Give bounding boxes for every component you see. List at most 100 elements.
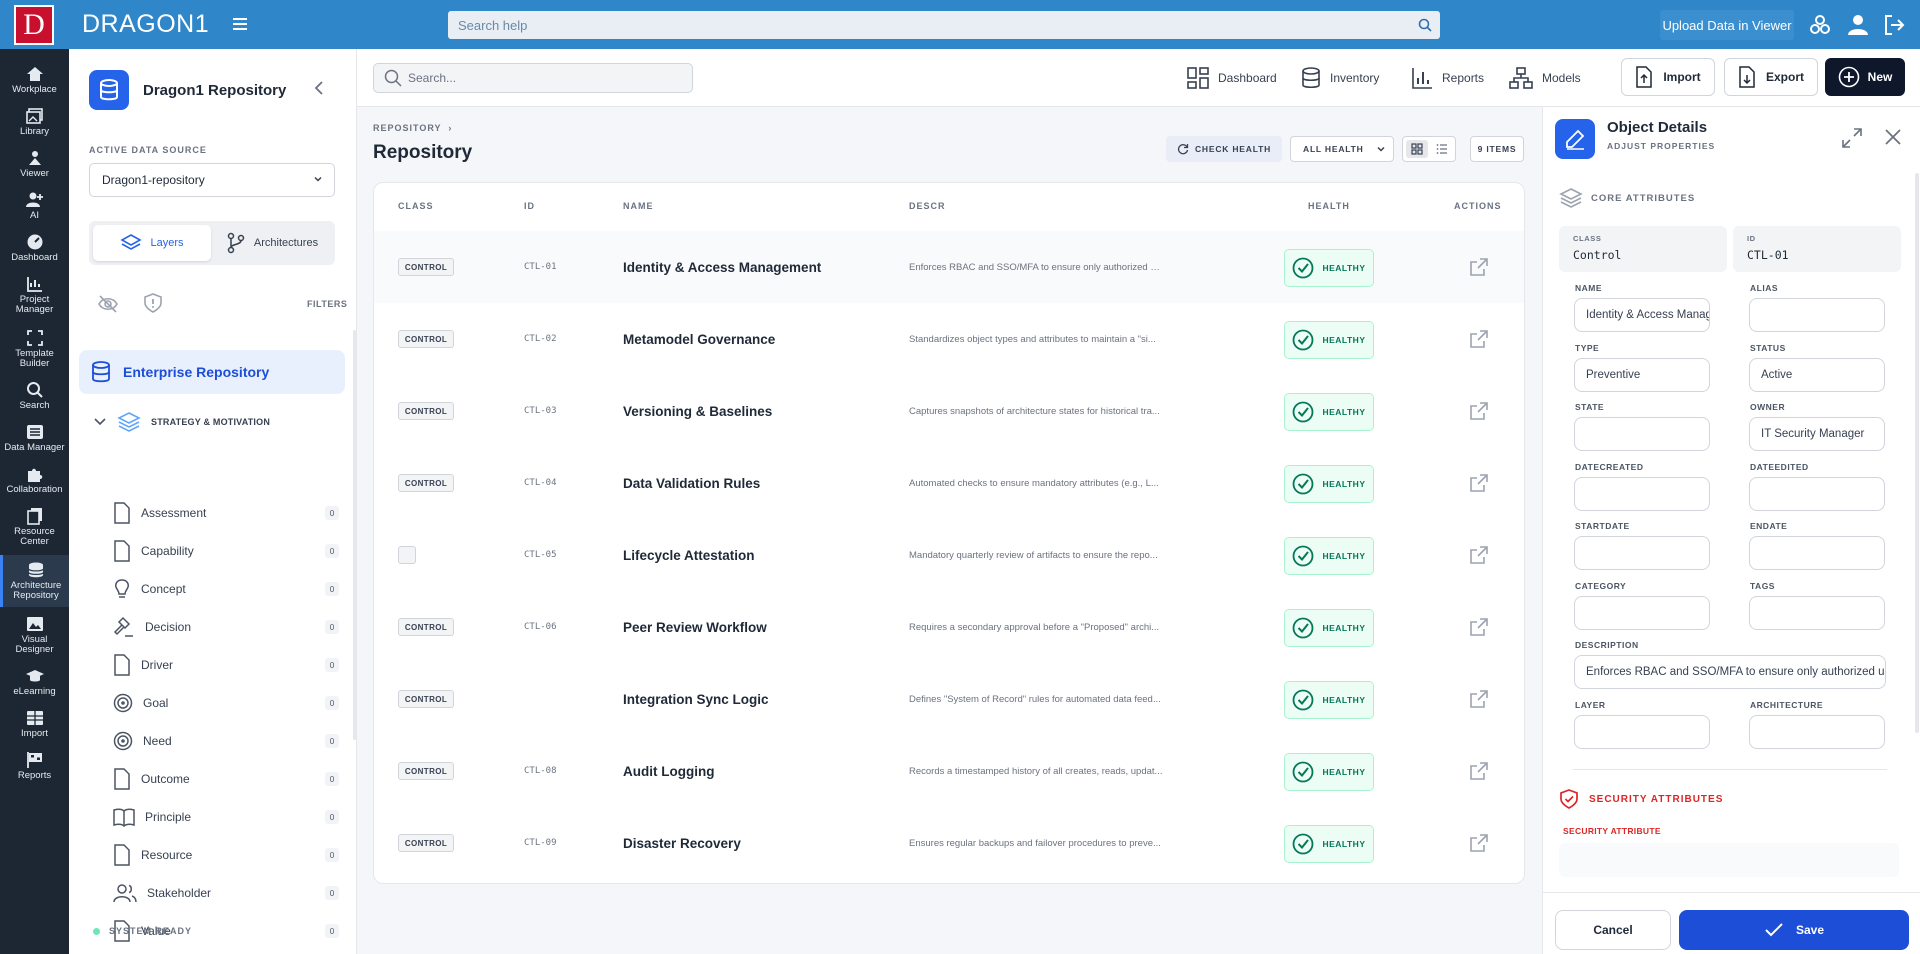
nav-dashboard[interactable]: Dashboard: [1187, 67, 1277, 89]
cancel-button[interactable]: Cancel: [1555, 910, 1671, 950]
open-external-icon[interactable]: [1468, 328, 1490, 350]
rail-viewer[interactable]: Viewer: [0, 149, 69, 179]
rail-collaboration[interactable]: Collaboration: [0, 465, 69, 495]
layer-item-principle[interactable]: Principle 0: [113, 803, 339, 831]
rail-project-manager[interactable]: Project Manager: [0, 275, 69, 315]
open-external-icon[interactable]: [1468, 544, 1490, 566]
layer-item-decision[interactable]: Decision 0: [113, 613, 339, 641]
layer-item-concept[interactable]: Concept 0: [113, 575, 339, 603]
table-row[interactable]: CONTROL CTL-01 Identity & Access Managem…: [374, 231, 1524, 303]
rail-workplace[interactable]: Workplace: [0, 65, 69, 95]
rail-elearning[interactable]: eLearning: [0, 667, 69, 697]
shield-alert-icon[interactable]: [143, 292, 163, 314]
table-row[interactable]: CONTROL CTL-04 Data Validation Rules Aut…: [374, 447, 1524, 519]
layer-item-outcome[interactable]: Outcome 0: [113, 765, 339, 793]
layer-group-strategy[interactable]: STRATEGY & MOTIVATION: [93, 411, 270, 433]
nav-models[interactable]: Models: [1509, 67, 1581, 89]
owner-input[interactable]: IT Security Manager: [1749, 417, 1885, 451]
close-icon[interactable]: [1883, 127, 1903, 147]
state-input[interactable]: [1574, 417, 1710, 451]
layer-item-need[interactable]: Need 0: [113, 727, 339, 755]
health-filter-select[interactable]: ALL HEALTH: [1290, 136, 1394, 162]
repository-search-input[interactable]: Search...: [373, 63, 693, 93]
table-row[interactable]: CONTROL CTL-09 Disaster Recovery Ensures…: [374, 807, 1524, 879]
layer-item-driver[interactable]: Driver 0: [113, 651, 339, 679]
open-external-icon[interactable]: [1468, 832, 1490, 854]
open-external-icon[interactable]: [1468, 616, 1490, 638]
tab-layers[interactable]: Layers: [93, 225, 211, 261]
table-row[interactable]: CONTROL CTL-06 Peer Review Workflow Requ…: [374, 591, 1524, 663]
grid-view-button[interactable]: [1406, 140, 1428, 158]
layer-item-capability[interactable]: Capability 0: [113, 537, 339, 565]
import-button[interactable]: Import: [1621, 58, 1715, 96]
description-input[interactable]: Enforces RBAC and SSO/MFA to ensure only…: [1574, 655, 1886, 689]
layer-input[interactable]: [1574, 715, 1710, 749]
column-header-id[interactable]: ID: [524, 201, 535, 211]
nav-reports[interactable]: Reports: [1411, 67, 1484, 89]
column-header-descr[interactable]: DESCR: [909, 201, 946, 211]
hamburger-icon[interactable]: [233, 13, 248, 36]
column-header-class[interactable]: CLASS: [398, 201, 434, 211]
rail-resource-center[interactable]: Resource Center: [0, 507, 69, 547]
chevron-left-icon[interactable]: [313, 80, 325, 96]
architecture-input[interactable]: [1749, 715, 1885, 749]
list-view-button[interactable]: [1431, 140, 1453, 158]
rail-visual-designer[interactable]: Visual Designer: [0, 615, 69, 655]
rail-architecture-repository[interactable]: Architecture Repository: [0, 555, 69, 607]
expand-icon[interactable]: [1841, 127, 1863, 149]
active-source-select[interactable]: Dragon1-repository: [89, 163, 335, 197]
filters-label[interactable]: FILTERS: [307, 299, 347, 309]
rail-library[interactable]: Library: [0, 107, 69, 137]
alias-input[interactable]: [1749, 298, 1885, 332]
panel-scrollbar[interactable]: [1915, 173, 1919, 733]
new-button[interactable]: New: [1825, 58, 1905, 96]
rail-ai[interactable]: AI: [0, 191, 69, 221]
rail-reports[interactable]: Reports: [0, 751, 69, 781]
enterprise-repository-item[interactable]: Enterprise Repository: [79, 350, 345, 394]
save-button[interactable]: Save: [1679, 910, 1909, 950]
rail-import[interactable]: Import: [0, 709, 69, 739]
rail-search[interactable]: Search: [0, 381, 69, 411]
layer-item-goal[interactable]: Goal 0: [113, 689, 339, 717]
rail-data-manager[interactable]: Data Manager: [0, 423, 69, 453]
startdate-input[interactable]: [1574, 536, 1710, 570]
status-input[interactable]: Active: [1749, 358, 1885, 392]
type-input[interactable]: Preventive: [1574, 358, 1710, 392]
open-external-icon[interactable]: [1468, 256, 1490, 278]
layer-item-assessment[interactable]: Assessment 0: [113, 499, 339, 527]
datecreated-input[interactable]: [1574, 477, 1710, 511]
sidebar-scrollbar[interactable]: [353, 330, 356, 740]
eye-off-icon[interactable]: [97, 293, 119, 315]
open-external-icon[interactable]: [1468, 688, 1490, 710]
upload-data-button[interactable]: Upload Data in Viewer: [1660, 10, 1794, 40]
category-input[interactable]: [1574, 596, 1710, 630]
user-icon[interactable]: [1846, 13, 1870, 37]
logout-icon[interactable]: [1882, 13, 1906, 37]
dragon1-logo[interactable]: D: [14, 4, 54, 45]
open-external-icon[interactable]: [1468, 400, 1490, 422]
name-input[interactable]: Identity & Access Management: [1574, 298, 1710, 332]
help-search-input[interactable]: Search help: [448, 11, 1440, 39]
nav-inventory[interactable]: Inventory: [1301, 67, 1379, 89]
dateedited-input[interactable]: [1749, 477, 1885, 511]
tab-architectures[interactable]: Architectures: [213, 225, 331, 261]
column-header-health[interactable]: HEALTH: [1308, 201, 1350, 211]
tags-input[interactable]: [1749, 596, 1885, 630]
export-button[interactable]: Export: [1724, 58, 1818, 96]
column-header-name[interactable]: NAME: [623, 201, 654, 211]
table-row[interactable]: CONTROL Integration Sync Logic Defines "…: [374, 663, 1524, 735]
table-row[interactable]: CONTROL CTL-02 Metamodel Governance Stan…: [374, 303, 1524, 375]
check-health-button[interactable]: CHECK HEALTH: [1166, 136, 1282, 162]
layer-item-stakeholder[interactable]: Stakeholder 0: [113, 879, 339, 907]
table-row[interactable]: CONTROL CTL-03 Versioning & Baselines Ca…: [374, 375, 1524, 447]
layer-item-resource[interactable]: Resource 0: [113, 841, 339, 869]
breadcrumb[interactable]: REPOSITORY ›: [373, 123, 452, 133]
enddate-input[interactable]: [1749, 536, 1885, 570]
security-attribute-input[interactable]: [1559, 843, 1899, 877]
open-external-icon[interactable]: [1468, 760, 1490, 782]
search-icon[interactable]: [1418, 18, 1432, 32]
rail-template-builder[interactable]: Template Builder: [0, 329, 69, 369]
network-icon[interactable]: [1808, 13, 1832, 37]
table-row[interactable]: CONTROL CTL-08 Audit Logging Records a t…: [374, 735, 1524, 807]
table-row[interactable]: CTL-05 Lifecycle Attestation Mandatory q…: [374, 519, 1524, 591]
